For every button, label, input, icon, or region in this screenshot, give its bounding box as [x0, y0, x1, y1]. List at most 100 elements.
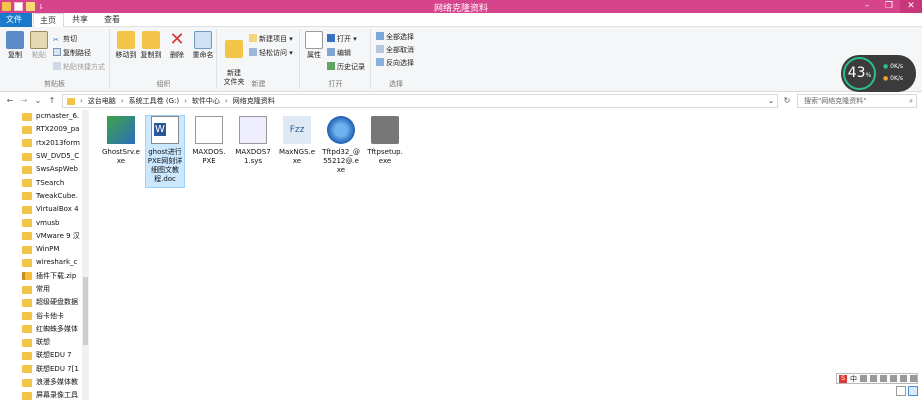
- title-bar: ⇂ 网络克隆资料 – ❐ ✕: [0, 0, 922, 14]
- forward-button[interactable]: →: [18, 94, 30, 108]
- tab-share[interactable]: 共享: [66, 13, 97, 27]
- nav-item[interactable]: vmusb: [22, 216, 88, 229]
- open-group: 属性 打开 ▾ 编辑 历史记录 打开: [301, 29, 371, 89]
- nav-item[interactable]: RTX2009_pa: [22, 123, 88, 136]
- nav-item[interactable]: 浪漫多媒体教: [22, 376, 88, 389]
- select-group-label: 选择: [389, 80, 403, 88]
- file-item[interactable]: ghost进行 PXE网刻详 细图文教 程.doc: [145, 115, 185, 188]
- nav-item[interactable]: 联想EDU 7: [22, 349, 88, 362]
- breadcrumb-current-folder[interactable]: 网络克隆资料: [233, 95, 275, 107]
- up-button[interactable]: ↑: [46, 94, 58, 108]
- minimize-button[interactable]: –: [856, 0, 878, 13]
- breadcrumb-drive[interactable]: 系统工具卷 (G:): [129, 95, 179, 107]
- history-button[interactable]: 历史记录: [327, 62, 365, 73]
- tftpd-exe-icon: [327, 116, 355, 144]
- settings-icon[interactable]: [910, 375, 917, 382]
- nav-item[interactable]: 插件下载.zip: [22, 270, 88, 283]
- refresh-button[interactable]: ↻: [780, 94, 794, 108]
- back-button[interactable]: ←: [4, 94, 16, 108]
- skin-icon[interactable]: [900, 375, 907, 382]
- file-item[interactable]: Tftpsetup. exe: [365, 116, 405, 166]
- voice-icon[interactable]: [880, 375, 887, 382]
- breadcrumb-software-center[interactable]: 软件中心: [192, 95, 220, 107]
- select-none-button[interactable]: 全部取消: [376, 45, 414, 56]
- breadcrumb-this-pc[interactable]: 这台电脑: [88, 95, 116, 107]
- copy-path-button[interactable]: 复制路径: [53, 48, 91, 59]
- nav-item[interactable]: TweakCube.: [22, 190, 88, 203]
- copy-to-button[interactable]: 复制到: [139, 30, 163, 60]
- delete-button[interactable]: ✕ 删除: [167, 30, 187, 60]
- nav-item[interactable]: 联想EDU 7[1: [22, 363, 88, 376]
- maximize-button[interactable]: ❐: [878, 0, 900, 13]
- file-name: MaxNGS.e xe: [278, 148, 316, 165]
- folder-icon: [22, 232, 32, 241]
- nav-item[interactable]: 俗卡他卡: [22, 309, 88, 322]
- easy-access-button[interactable]: 轻松访问 ▾: [249, 48, 293, 59]
- nav-item[interactable]: SW_DVD5_C: [22, 150, 88, 163]
- ribbon: 复制 粘贴 ✂ 剪切 复制路径 粘贴快捷方式 剪贴板 移动到 复制到 ✕ 删除 重…: [0, 27, 922, 92]
- tab-home[interactable]: 主页: [33, 13, 64, 27]
- nav-item-label: TSearch: [36, 178, 65, 187]
- file-item[interactable]: Tftpd32_@ 55212@.e xe: [321, 116, 361, 175]
- emoji-icon[interactable]: [870, 375, 877, 382]
- tab-view[interactable]: 查看: [98, 13, 129, 27]
- edit-button[interactable]: 编辑: [327, 48, 351, 59]
- nav-item[interactable]: rtx2013form: [22, 137, 88, 150]
- invert-selection-button[interactable]: 反向选择: [376, 58, 414, 69]
- large-icons-view-icon[interactable]: [908, 386, 918, 396]
- nav-item[interactable]: pcmaster_6.: [22, 110, 88, 123]
- rename-button[interactable]: 重命名: [191, 30, 215, 60]
- nav-item[interactable]: VMware 9 汉: [22, 230, 88, 243]
- address-history-dropdown[interactable]: ⌄: [768, 95, 777, 107]
- move-to-button[interactable]: 移动到: [114, 30, 138, 60]
- nav-item[interactable]: 超级硬盘数据: [22, 296, 88, 309]
- search-input[interactable]: 搜索"网络克隆资料" ⌕: [797, 94, 917, 108]
- address-bar-row: ← → ⌄ ↑ › 这台电脑 › 系统工具卷 (G:) › 软件中心 › 网络克…: [0, 93, 922, 109]
- nav-item[interactable]: TSearch: [22, 176, 88, 189]
- file-item[interactable]: MAXDOS. PXE: [189, 116, 229, 166]
- nav-item-label: 俗卡他卡: [36, 311, 64, 320]
- punctuation-icon[interactable]: [860, 375, 867, 382]
- keyboard-icon[interactable]: [890, 375, 897, 382]
- nav-item[interactable]: 联想: [22, 336, 88, 349]
- recent-locations-dropdown[interactable]: ⌄: [32, 94, 44, 108]
- organize-group: 移动到 复制到 ✕ 删除 重命名 组织: [111, 29, 217, 89]
- paste-shortcut-button[interactable]: 粘贴快捷方式: [53, 62, 105, 73]
- nav-item[interactable]: 红蜘蛛多媒体: [22, 323, 88, 336]
- download-speed-value: 0K/s: [890, 75, 904, 82]
- new-item-button[interactable]: 新建项目 ▾: [249, 34, 293, 45]
- scrollbar-thumb[interactable]: [83, 277, 88, 345]
- pin-quick-access-button[interactable]: 复制: [3, 30, 27, 60]
- file-item[interactable]: Fzz MaxNGS.e xe: [277, 116, 317, 166]
- nav-item[interactable]: VirtualBox 4: [22, 203, 88, 216]
- search-icon[interactable]: ⌕: [909, 95, 913, 107]
- paste-button[interactable]: 粘贴: [29, 30, 49, 60]
- ghost-exe-icon: [107, 116, 135, 144]
- network-speed-widget[interactable]: 43% ● 0K/s ● 0K/s: [841, 55, 916, 92]
- tab-file[interactable]: 文件: [0, 13, 32, 27]
- address-box[interactable]: › 这台电脑 › 系统工具卷 (G:) › 软件中心 › 网络克隆资料 ⌄: [62, 94, 778, 108]
- ime-toolbar[interactable]: S 中: [836, 373, 918, 384]
- folder-icon: [22, 139, 32, 148]
- clipboard-group-label: 剪贴板: [44, 80, 65, 88]
- open-button[interactable]: 打开 ▾: [327, 34, 357, 45]
- open-label: 打开 ▾: [337, 35, 357, 43]
- file-item[interactable]: GhostSrv.e xe: [101, 116, 141, 166]
- nav-item-label: pcmaster_6.: [36, 112, 80, 121]
- cut-button[interactable]: ✂ 剪切: [53, 34, 77, 45]
- ime-language[interactable]: 中: [850, 374, 857, 384]
- folder-icon: [22, 245, 32, 254]
- close-button[interactable]: ✕: [900, 0, 922, 13]
- file-name: MAXDOS7 1.sys: [235, 148, 271, 165]
- navigation-scrollbar[interactable]: [82, 110, 89, 400]
- nav-item[interactable]: WinPM: [22, 243, 88, 256]
- rename-label: 重命名: [192, 51, 214, 59]
- details-view-icon[interactable]: [896, 386, 906, 396]
- select-all-button[interactable]: 全部选择: [376, 32, 414, 43]
- nav-item[interactable]: 屏幕录像工具: [22, 389, 88, 400]
- nav-item[interactable]: SwsAspWeb: [22, 163, 88, 176]
- properties-button[interactable]: 属性: [303, 30, 325, 60]
- file-item[interactable]: MAXDOS7 1.sys: [233, 116, 273, 166]
- nav-item[interactable]: 常用: [22, 283, 88, 296]
- nav-item[interactable]: wireshark_c: [22, 256, 88, 269]
